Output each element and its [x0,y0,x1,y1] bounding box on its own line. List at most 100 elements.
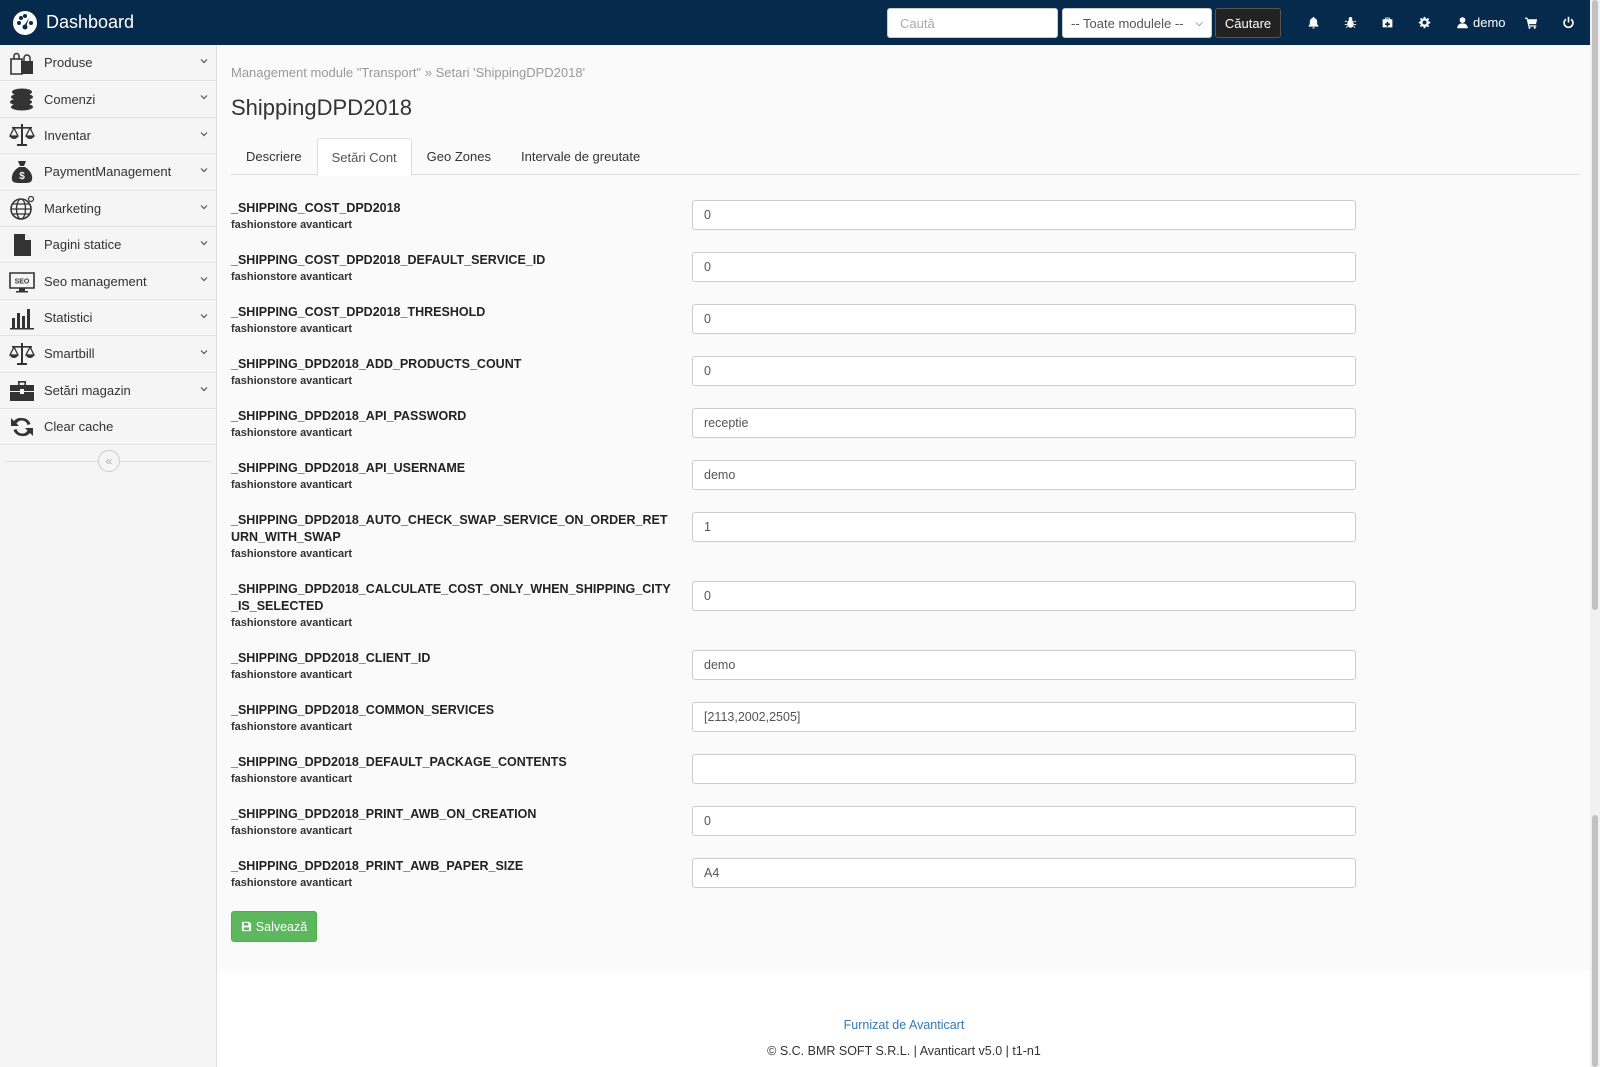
field-key: _SHIPPING_DPD2018_ADD_PRODUCTS_COUNT [231,357,522,371]
field-store: fashionstore avanticart [231,375,353,387]
collapse-sidebar-button[interactable]: « [98,450,120,473]
cart-button[interactable] [1525,0,1538,45]
field-key: _SHIPPING_COST_DPD2018_THRESHOLD [231,305,486,319]
top-navbar: Dashboard -- Toate modulele -- ⌵ Căutare… [0,0,1600,45]
sidebar-item-label: Pagini statice [44,237,122,253]
field-store: fashionstore avanticart [231,323,353,335]
sidebar-item-paymentmanagement[interactable]: $ PaymentManagement [0,154,216,191]
money-bag-icon: $ [8,159,36,185]
document-icon [8,232,36,258]
page-scrollbar[interactable] [1590,0,1600,1067]
floppy-disk-icon [241,921,251,932]
setting-input[interactable]: 0 [692,806,1356,836]
globe-icon [8,195,36,221]
shopping-cart-icon [1525,17,1538,29]
svg-text:$: $ [19,171,25,182]
chevron-down-icon [200,277,208,282]
sidebar-item-seo-management[interactable]: SEO Seo management [0,263,216,300]
sidebar-item-label: Comenzi [44,91,96,107]
page-title: ShippingDPD2018 [231,95,413,120]
scrollbar-thumb-lower[interactable] [1592,815,1598,1067]
tab-intervale-de-greutate[interactable]: Intervale de greutate [506,138,655,175]
footer: Furnizat de Avanticart © S.C. BMR SOFT S… [218,971,1590,1067]
sidebar: Produse Comenzi Inventar $ PaymentManage… [0,45,217,1067]
field-label: _SHIPPING_DPD2018_API_USERNAME fashionsto… [231,460,671,493]
user-icon [1457,17,1468,29]
logout-button[interactable] [1562,0,1575,45]
breadcrumb[interactable]: Management module "Transport" » Setari '… [231,65,585,80]
sidebar-item-label: PaymentManagement [44,164,172,180]
field-label: _SHIPPING_DPD2018_ADD_PRODUCTS_COUNTfash… [231,356,671,389]
setting-input[interactable]: 0 [692,304,1356,334]
chevron-down-icon [200,386,208,391]
bell-icon [1308,16,1319,29]
setting-input[interactable]: 1 [692,512,1356,542]
sidebar-item-pagini-statice[interactable]: Pagini statice [0,227,216,264]
sidebar-item-clear-cache[interactable]: Clear cache [0,409,216,446]
scale-icon [8,341,36,367]
sidebar-item-setari-magazin[interactable]: Setări magazin [0,373,216,409]
setting-input[interactable]: demo [692,460,1356,490]
field-key: _SHIPPING_DPD2018_API_USERNAME [231,461,466,475]
field-store: fashionstore avanticart [231,271,353,283]
search-input[interactable] [887,8,1058,38]
sidebar-item-statistici[interactable]: Statistici [0,300,216,337]
search-button[interactable]: Căutare [1215,8,1281,38]
debug-button[interactable] [1344,0,1357,45]
save-button-label: Salvează [255,919,308,934]
seo-monitor-icon: SEO [8,268,36,294]
main-content: Management module "Transport" » Setari '… [218,45,1590,971]
medkit-button[interactable] [1381,0,1394,45]
field-label: _SHIPPING_DPD2018_COMMON_SERVICES fashion… [231,702,671,735]
field-key: _SHIPPING_DPD2018_CALCULATE_COST_ONLY_WH… [231,582,671,613]
double-chevron-left-icon: « [105,454,113,469]
module-select-value: -- Toate modulele -- [1071,15,1184,31]
provider-link[interactable]: Furnizat de Avanticart [218,1018,1590,1032]
field-label: _SHIPPING_DPD2018_DEFAULT_PACKAGE_CONTEN… [231,754,671,787]
module-select[interactable]: -- Toate modulele -- ⌵ [1062,8,1212,38]
chevron-down-icon [200,350,208,355]
save-button[interactable]: Salvează [231,911,317,942]
chevron-down-icon [200,131,208,137]
sidebar-item-smartbill[interactable]: Smartbill [0,336,216,373]
tab-descriere[interactable]: Descriere [231,138,317,175]
setting-input[interactable]: receptie [692,408,1356,438]
sidebar-item-inventar[interactable]: Inventar [0,118,216,155]
setting-input[interactable]: 0 [692,252,1356,282]
chevron-down-icon [200,95,208,100]
tab-geo-zones[interactable]: Geo Zones [412,138,506,175]
field-store: fashionstore avanticart [231,825,353,837]
field-label: _SHIPPING_COST_DPD2018 fashionstore avant… [231,200,671,233]
field-key: _SHIPPING_DPD2018_PRINT_AWB_ON_CREATION [231,807,537,821]
setting-input[interactable]: 0 [692,356,1356,386]
tab-setari-cont[interactable]: Setări Cont [316,138,412,176]
sidebar-item-label: Marketing [44,200,102,216]
field-label: _SHIPPING_DPD2018_PRINT_AWB_PAPER_SIZE fa… [231,858,671,891]
shopping-bags-icon [8,50,36,76]
field-store: fashionstore avanticart [231,548,353,560]
user-menu[interactable]: demo [1456,0,1506,45]
toolbox-icon [8,377,36,403]
settings-button[interactable] [1418,0,1431,45]
field-store: fashionstore avanticart [231,669,353,681]
field-key: _SHIPPING_DPD2018_DEFAULT_PACKAGE_CONTEN… [231,755,567,769]
field-store: fashionstore avanticart [231,721,353,733]
sidebar-item-comenzi[interactable]: Comenzi [0,81,216,118]
setting-input[interactable]: 0 [692,581,1356,611]
tab-bar: Descriere Setări Cont Geo Zones Interval… [231,138,1579,176]
chevron-down-icon [200,204,208,209]
setting-input[interactable]: [2113,2002,2505] [692,702,1356,732]
sidebar-item-label: Inventar [44,127,91,143]
field-key: _SHIPPING_DPD2018_CLIENT_ID [231,651,431,665]
setting-input[interactable]: demo [692,650,1356,680]
setting-input[interactable] [692,754,1356,784]
bar-chart-icon [8,304,36,330]
setting-input[interactable]: 0 [692,200,1356,230]
notifications-button[interactable] [1307,0,1320,45]
scrollbar-thumb[interactable] [1592,0,1598,610]
sidebar-item-label: Smartbill [44,346,95,362]
sidebar-item-produse[interactable]: Produse [0,45,216,82]
brand-link[interactable]: Dashboard [12,0,134,45]
setting-input[interactable]: A4 [692,858,1356,888]
sidebar-item-marketing[interactable]: Marketing [0,191,216,227]
